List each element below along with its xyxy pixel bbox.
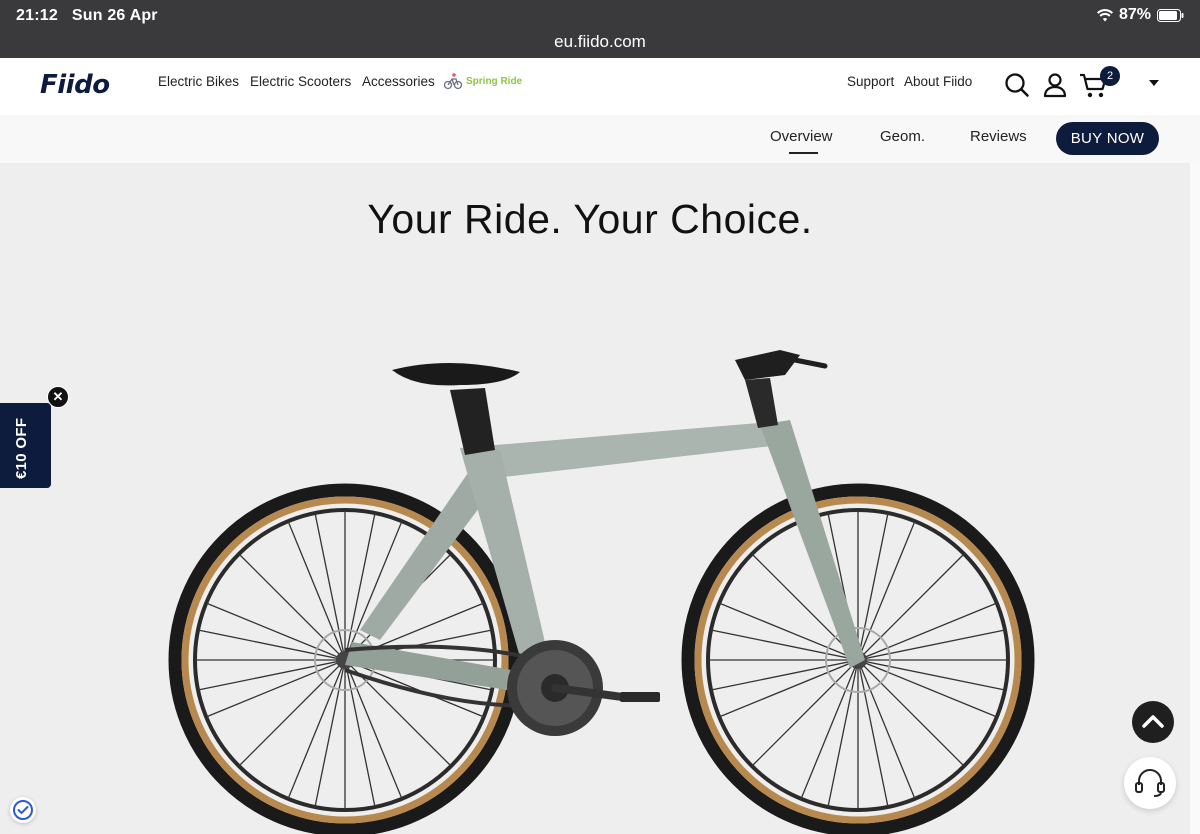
page-scrollbar[interactable] [1190, 163, 1200, 834]
clock-time: 21:12 [16, 7, 58, 24]
product-subnav: Overview Geom. Reviews BUY NOW [0, 115, 1200, 164]
hero-headline: Your Ride. Your Choice. [367, 196, 813, 242]
fiido-logo[interactable]: Fiido [40, 70, 110, 100]
battery-icon [1157, 8, 1184, 22]
tab-overview[interactable]: Overview [770, 128, 833, 145]
tab-geometry[interactable]: Geom. [880, 128, 925, 145]
status-bar: 21:12 Sun 26 Apr 87% eu.fiido.com [0, 0, 1200, 58]
close-icon[interactable]: ✕ [47, 386, 69, 408]
scroll-to-top-button[interactable] [1132, 701, 1174, 743]
nav-spring-ride[interactable]: Spring Ride [444, 72, 522, 90]
battery-percent: 87% [1118, 6, 1151, 23]
status-time: 21:12 Sun 26 Apr [16, 7, 158, 25]
rear-wheel [168, 483, 522, 834]
tab-reviews[interactable]: Reviews [970, 128, 1027, 145]
privacy-badge[interactable] [10, 797, 36, 823]
chevron-up-icon [1142, 715, 1164, 728]
ebike-product-image [168, 350, 1035, 834]
discount-label: €10 OFF [13, 417, 30, 479]
account-icon[interactable] [1042, 72, 1068, 98]
clock-date: Sun 26 Apr [71, 7, 158, 24]
main-nav: Fiido Electric Bikes Electric Scooters A… [0, 58, 1200, 116]
bike-rider-icon [444, 73, 462, 90]
nav-about[interactable]: About Fiido [904, 74, 972, 89]
search-icon[interactable] [1004, 72, 1030, 98]
address-bar[interactable]: eu.fiido.com [0, 32, 1200, 52]
tab-active-indicator [789, 152, 818, 154]
nav-support[interactable]: Support [847, 74, 894, 89]
status-indicators: 87% [1096, 6, 1184, 24]
shield-check-icon [13, 800, 33, 820]
buy-now-button[interactable]: BUY NOW [1056, 122, 1159, 155]
nav-accessories[interactable]: Accessories [362, 74, 435, 89]
wifi-icon [1096, 8, 1113, 21]
cart-count-badge: 2 [1100, 66, 1120, 86]
spring-ride-label: Spring Ride [466, 75, 523, 87]
nav-electric-bikes[interactable]: Electric Bikes [158, 74, 239, 89]
discount-side-tab[interactable]: €10 OFF [0, 403, 51, 488]
customer-support-button[interactable] [1124, 757, 1176, 809]
chevron-down-icon[interactable] [1147, 78, 1161, 88]
headset-icon [1135, 769, 1165, 797]
nav-electric-scooters[interactable]: Electric Scooters [250, 74, 351, 89]
